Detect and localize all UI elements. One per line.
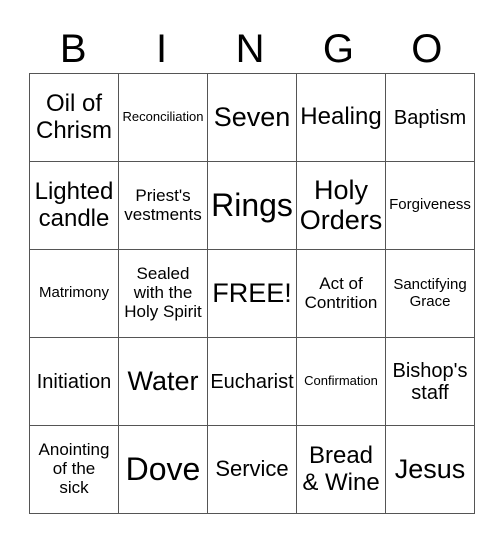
bingo-cell[interactable]: Act of Contrition <box>296 249 386 338</box>
bingo-cell[interactable]: Priest's vestments <box>118 161 208 250</box>
grid-row: Oil of Chrism Reconciliation Seven Heali… <box>29 73 475 162</box>
bingo-cell[interactable]: Baptism <box>385 73 475 162</box>
grid-row: Lighted candle Priest's vestments Rings … <box>29 161 475 250</box>
bingo-grid: Oil of Chrism Reconciliation Seven Heali… <box>29 73 475 514</box>
cell-text: Act of Contrition <box>304 273 378 312</box>
bingo-cell[interactable]: Sanctifying Grace <box>385 249 475 338</box>
cell-text: Dove <box>125 450 201 487</box>
cell-text: Oil of Chrism <box>36 90 112 144</box>
bingo-cell[interactable]: Lighted candle <box>29 161 119 250</box>
bingo-cell[interactable]: Forgiveness <box>385 161 475 250</box>
cell-text: Priest's vestments <box>124 185 202 224</box>
bingo-cell[interactable]: Dove <box>118 425 208 514</box>
cell-text: Sanctifying Grace <box>393 276 467 310</box>
cell-text: Bishop's staff <box>392 359 468 404</box>
bingo-cell[interactable]: Bishop's staff <box>385 337 475 426</box>
cell-text: Healing <box>300 103 382 131</box>
bingo-cell[interactable]: Rings <box>207 161 297 250</box>
cell-text: Forgiveness <box>389 196 471 214</box>
bingo-cell[interactable]: Holy Orders <box>296 161 386 250</box>
cell-text: Reconciliation <box>122 109 204 125</box>
header-letter-o: O <box>411 27 443 71</box>
header-letter-i: I <box>156 27 168 71</box>
cell-text: Matrimony <box>38 284 109 302</box>
cell-text: Jesus <box>394 453 466 484</box>
cell-text: Anointing of the sick <box>38 440 110 497</box>
bingo-cell[interactable]: Sealed with the Holy Spirit <box>118 249 208 338</box>
bingo-header: B I N G O <box>29 26 471 72</box>
cell-text: Initiation <box>36 370 112 393</box>
grid-row: Anointing of the sick Dove Service Bread… <box>29 425 475 514</box>
bingo-cell[interactable]: Confirmation <box>296 337 386 426</box>
cell-text: Holy Orders <box>299 174 383 235</box>
bingo-cell[interactable]: Eucharist <box>207 337 297 426</box>
cell-text: Baptism <box>393 106 467 129</box>
bingo-cell[interactable]: Service <box>207 425 297 514</box>
free-space-cell[interactable]: FREE! <box>207 249 297 338</box>
bingo-cell[interactable]: Bread & Wine <box>296 425 386 514</box>
cell-text: Sealed with the Holy Spirit <box>124 264 202 321</box>
cell-text: Rings <box>211 186 293 223</box>
cell-text: Seven <box>213 101 291 132</box>
cell-text: Eucharist <box>210 370 294 393</box>
header-letter-g: G <box>322 27 354 71</box>
cell-text: Lighted candle <box>34 178 114 232</box>
bingo-cell[interactable]: Anointing of the sick <box>29 425 119 514</box>
bingo-cell[interactable]: Matrimony <box>29 249 119 338</box>
bingo-cell[interactable]: Seven <box>207 73 297 162</box>
bingo-cell[interactable]: Reconciliation <box>118 73 208 162</box>
grid-row: Initiation Water Eucharist Confirmation … <box>29 337 475 426</box>
header-letter-n: N <box>235 27 265 71</box>
bingo-cell[interactable]: Water <box>118 337 208 426</box>
cell-text: FREE! <box>212 277 292 308</box>
cell-text: Bread & Wine <box>302 442 380 496</box>
header-letter-b: B <box>59 27 87 71</box>
grid-row: Matrimony Sealed with the Holy Spirit FR… <box>29 249 475 338</box>
cell-text: Water <box>127 365 199 396</box>
bingo-cell[interactable]: Healing <box>296 73 386 162</box>
bingo-cell[interactable]: Initiation <box>29 337 119 426</box>
bingo-cell[interactable]: Oil of Chrism <box>29 73 119 162</box>
cell-text: Confirmation <box>304 373 378 389</box>
bingo-cell[interactable]: Jesus <box>385 425 475 514</box>
cell-text: Service <box>215 456 289 482</box>
